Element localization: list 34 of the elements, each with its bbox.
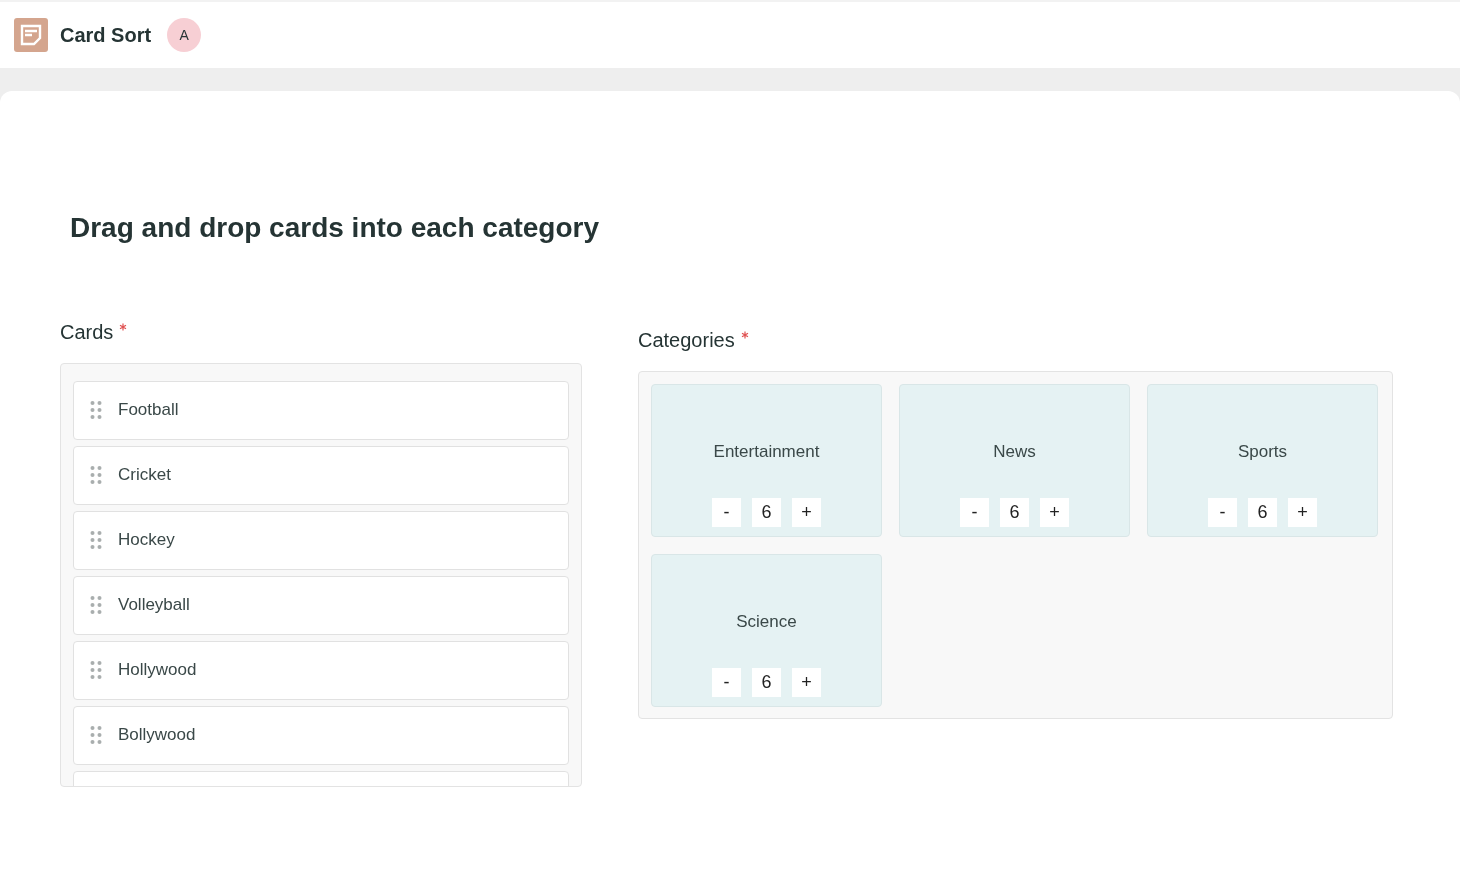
- decrement-button[interactable]: -: [960, 498, 989, 528]
- drag-handle-icon[interactable]: [90, 401, 102, 420]
- app-logo-icon: [14, 18, 48, 52]
- card-item[interactable]: Cricket: [73, 445, 569, 505]
- card-item[interactable]: Hockey: [73, 510, 569, 570]
- increment-button[interactable]: +: [1040, 498, 1069, 528]
- increment-button[interactable]: +: [1288, 498, 1317, 528]
- drag-handle-icon[interactable]: [90, 726, 102, 745]
- page-heading: Drag and drop cards into each category: [70, 211, 601, 245]
- categories-label: Categories: [638, 328, 735, 351]
- card-item[interactable]: Volleyball: [73, 575, 569, 635]
- count-value: 6: [752, 498, 781, 528]
- drag-handle-icon[interactable]: [90, 661, 102, 680]
- card-item[interactable]: Hollywood: [73, 640, 569, 700]
- drag-handle-icon[interactable]: [90, 531, 102, 550]
- cards-label: Cards: [60, 320, 114, 343]
- decrement-button[interactable]: -: [712, 668, 741, 698]
- count-value: 6: [1248, 498, 1277, 528]
- category-name: News: [993, 440, 1036, 463]
- category-name: Sports: [1237, 440, 1288, 463]
- count-value: 6: [752, 668, 781, 698]
- app-title: Card Sort: [60, 23, 152, 48]
- category-name: Entertainment: [713, 440, 820, 463]
- decrement-button[interactable]: -: [712, 498, 741, 528]
- drag-handle-icon[interactable]: [90, 466, 102, 485]
- increment-button[interactable]: +: [792, 668, 821, 698]
- drag-handle-icon[interactable]: [90, 596, 102, 615]
- decrement-button[interactable]: -: [1208, 498, 1237, 528]
- card-item[interactable]: Bollywood: [73, 705, 569, 765]
- card-item[interactable]: Football: [73, 380, 569, 440]
- category-name: Science: [736, 610, 797, 633]
- user-avatar[interactable]: A: [167, 18, 202, 52]
- count-value: 6: [1000, 498, 1029, 528]
- increment-button[interactable]: +: [792, 498, 821, 528]
